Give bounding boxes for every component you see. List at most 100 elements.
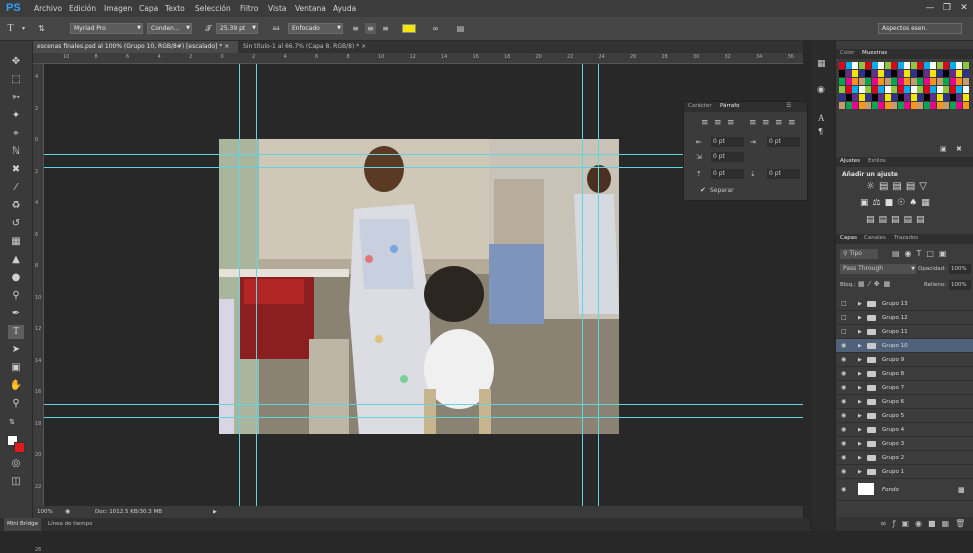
expand-arrow-icon[interactable]: ▶ (858, 437, 862, 451)
swatch[interactable] (930, 94, 936, 101)
swatch[interactable] (839, 70, 845, 77)
swatch[interactable] (923, 94, 930, 101)
layer-fondo[interactable]: ◉ Fondo ▩ (836, 479, 973, 501)
swatch[interactable] (839, 86, 845, 93)
swatch[interactable] (910, 94, 917, 101)
tab-muestras[interactable]: Muestras (862, 50, 887, 56)
shape-tool-icon[interactable]: ▣ (8, 361, 24, 375)
eye-icon[interactable]: ◉ (841, 437, 846, 451)
swatch[interactable] (878, 102, 884, 109)
adjustment-icons-row-2[interactable]: ▣⚖■☉♠▦ (860, 198, 934, 208)
layer-row[interactable]: ◉ ▶ Grupo 8 (836, 367, 973, 381)
swatch[interactable] (891, 86, 897, 93)
expand-arrow-icon[interactable]: ▶ (858, 395, 862, 409)
align-center-icon[interactable]: ≡ (365, 23, 376, 34)
magic-wand-tool-icon[interactable]: ✦ (8, 109, 24, 123)
guide-vertical[interactable] (598, 64, 599, 506)
swatch[interactable] (858, 62, 865, 69)
expand-arrow-icon[interactable]: ▶ (858, 381, 862, 395)
eye-icon[interactable]: ◉ (841, 409, 846, 423)
swatch[interactable] (930, 102, 936, 109)
history-panel-icon[interactable]: ▦ (817, 59, 826, 69)
swatch[interactable] (897, 94, 904, 101)
layer-row[interactable]: ◉ ▶ Grupo 2 (836, 451, 973, 465)
zoom-level[interactable]: 100% (37, 506, 53, 518)
expand-arrow-icon[interactable]: ▶ (858, 353, 862, 367)
paragraph-panel-icon[interactable]: ¶ (818, 127, 823, 136)
swatch[interactable] (930, 86, 936, 93)
panel-menu-icon[interactable]: ☰ (786, 102, 791, 109)
align-right-icon[interactable]: ≡ (380, 23, 391, 34)
swatch[interactable] (878, 70, 884, 77)
eye-icon[interactable]: ◉ (841, 483, 846, 497)
char-para-panel-icon[interactable]: ▤ (455, 23, 466, 34)
font-style-select[interactable]: Conden... ▼ (147, 23, 192, 34)
swatch[interactable] (884, 70, 891, 77)
eye-icon[interactable]: ◉ (841, 423, 846, 437)
layer-row[interactable]: □ ▶ Grupo 12 (836, 311, 973, 325)
lock-icons[interactable]: ▦⁄✥▩ (858, 280, 894, 288)
swatch[interactable] (910, 102, 917, 109)
menu-ventana[interactable]: Ventana (295, 4, 326, 13)
layer-row[interactable]: ◉ ▶ Grupo 10 (836, 339, 973, 353)
tab-color[interactable]: Color (840, 50, 854, 56)
swatch[interactable] (917, 94, 923, 101)
close-tab-icon[interactable]: × (361, 43, 366, 50)
swatch[interactable] (878, 86, 884, 93)
swatch[interactable] (871, 86, 878, 93)
layer-filter-icons[interactable]: ▤◉T□▣ (892, 249, 952, 258)
swatch[interactable] (865, 94, 871, 101)
swatch[interactable] (936, 78, 943, 85)
swatch[interactable] (904, 86, 910, 93)
menu-capa[interactable]: Capa (139, 4, 158, 13)
menu-vista[interactable]: Vista (268, 4, 287, 13)
tab-sin-titulo[interactable]: Sin título-1 al 66.7% (Capa 8, RGB/8) * … (239, 41, 389, 53)
expand-arrow-icon[interactable]: ▶ (858, 297, 862, 311)
swatch[interactable] (910, 78, 917, 85)
swatch[interactable] (865, 102, 871, 109)
eye-icon[interactable]: ◉ (841, 395, 846, 409)
tab-mini-bridge[interactable]: Mini Bridge (4, 518, 41, 531)
swatch[interactable] (897, 86, 904, 93)
swatch[interactable] (884, 102, 891, 109)
vertical-ruler[interactable]: 4202468101214161820222426 (33, 64, 44, 553)
minimize-icon[interactable]: — (922, 2, 938, 14)
warp-text-icon[interactable]: ∞ (430, 23, 441, 34)
brush-tool-icon[interactable]: ⁄ (8, 181, 24, 195)
swatch[interactable] (845, 102, 852, 109)
menu-texto[interactable]: Texto (165, 4, 185, 13)
history-brush-tool-icon[interactable]: ↺ (8, 217, 24, 231)
swatch[interactable] (962, 94, 969, 101)
eye-icon[interactable]: □ (841, 311, 847, 325)
swatch[interactable] (949, 86, 956, 93)
swatch[interactable] (865, 86, 871, 93)
swatch[interactable] (891, 70, 897, 77)
swatch[interactable] (878, 94, 884, 101)
swatch[interactable] (930, 78, 936, 85)
justify-center-icon[interactable]: ≡ (762, 118, 770, 128)
swatch[interactable] (865, 62, 871, 69)
eye-icon[interactable]: ◉ (841, 451, 846, 465)
menu-filtro[interactable]: Filtro (240, 4, 258, 13)
swatch[interactable] (852, 86, 858, 93)
tab-canales[interactable]: Canales (864, 235, 886, 241)
layer-row[interactable]: ◉ ▶ Grupo 1 (836, 465, 973, 479)
path-select-tool-icon[interactable]: ➤ (8, 343, 24, 357)
menu-ayuda[interactable]: Ayuda (333, 4, 356, 13)
eye-icon[interactable]: ◉ (841, 339, 846, 353)
justify-all-icon[interactable]: ≡ (788, 118, 796, 128)
swatch[interactable] (923, 86, 930, 93)
swatch[interactable] (962, 78, 969, 85)
swatch[interactable] (949, 78, 956, 85)
swatch[interactable] (839, 62, 845, 69)
space-before-field[interactable]: 0 pt (711, 169, 744, 179)
menu-edicion[interactable]: Edición (69, 4, 96, 13)
swatch[interactable] (865, 78, 871, 85)
swatch[interactable] (923, 102, 930, 109)
swatch[interactable] (852, 70, 858, 77)
layer-row[interactable]: ◉ ▶ Grupo 4 (836, 423, 973, 437)
swatch[interactable] (956, 94, 962, 101)
indent-left-field[interactable]: 0 pt (711, 137, 744, 147)
swatch[interactable] (962, 62, 969, 69)
swatch[interactable] (943, 70, 949, 77)
